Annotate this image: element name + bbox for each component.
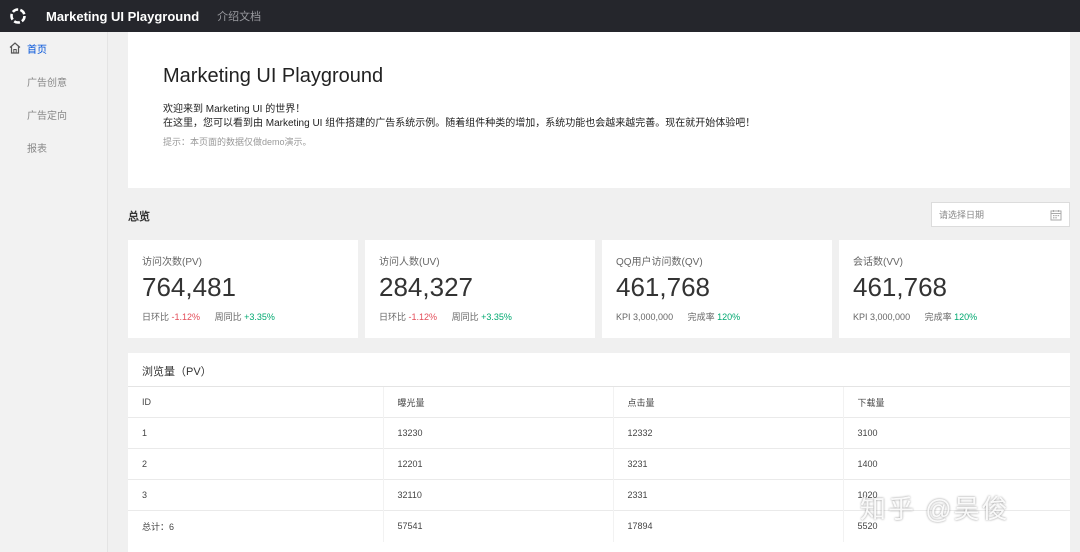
welcome-text-1: 欢迎来到 Marketing UI 的世界！ (163, 104, 306, 115)
metric-rate: 120% (954, 312, 978, 322)
table-cell: 17894 (612, 510, 843, 542)
home-icon (9, 42, 21, 54)
metric-caption: 访问人数(UV) (379, 257, 440, 268)
table-cell: 3100 (842, 417, 1070, 449)
sidebar-item-home[interactable]: 首页 (0, 32, 107, 65)
metric-change: +3.35% (481, 312, 512, 322)
metric-caption: 会话数(VV) (853, 257, 903, 268)
table-header: 下载量 (842, 386, 1070, 418)
logo-icon[interactable] (9, 7, 27, 25)
doc-link[interactable]: 介绍文档 (217, 8, 261, 24)
table-cell: 32110 (382, 479, 613, 511)
calendar-icon (1050, 210, 1062, 221)
metric-label: 完成率 (924, 312, 952, 322)
metric-value: 764,481 (142, 272, 236, 302)
table-title: 浏览量（PV） (142, 366, 212, 378)
metric-value: 461,768 (616, 272, 710, 302)
table-header-row: ID 曝光量 点击量 下载量 (128, 386, 1070, 418)
metric-card-pv: 访问次数(PV) 764,481 日环比 -1.12% 周同比 +3.35% (128, 240, 358, 338)
metric-label: KPI (853, 312, 868, 322)
table-cell: 2331 (612, 479, 843, 511)
sidebar-item-label: 广告定向 (27, 111, 67, 122)
table-cell: 3231 (612, 448, 843, 480)
date-picker[interactable]: 请选择日期 (931, 202, 1070, 227)
welcome-text-2: 在这里，您可以看到由 Marketing UI 组件搭建的广告系统示例。随着组件… (163, 118, 756, 129)
sidebar-item-label: 广告创意 (27, 78, 67, 89)
welcome-title: Marketing UI Playground (163, 65, 384, 87)
table-cell: 12332 (612, 417, 843, 449)
sidebar-item-label: 首页 (27, 45, 47, 56)
table-cell: 1 (128, 417, 383, 449)
metric-card-uv: 访问人数(UV) 284,327 日环比 -1.12% 周同比 +3.35% (365, 240, 595, 338)
metric-caption: QQ用户访问数(QV) (616, 257, 703, 268)
metric-label: 日环比 (379, 312, 407, 322)
sidebar-item-reports[interactable]: 报表 (0, 131, 107, 164)
sidebar-item-ad-targeting[interactable]: 广告定向 (0, 98, 107, 131)
sidebar-item-ad-creative[interactable]: 广告创意 (0, 65, 107, 98)
date-placeholder: 请选择日期 (939, 210, 985, 220)
metric-label: 日环比 (142, 312, 170, 322)
sidebar-item-label: 报表 (27, 144, 47, 155)
metric-change: -1.12% (171, 312, 201, 322)
metric-rate: 120% (717, 312, 741, 322)
table-header: 曝光量 (382, 386, 613, 418)
metric-meta: KPI 3,000,000 完成率 120% (616, 310, 740, 323)
metric-value: 284,327 (379, 272, 473, 302)
table-header: ID (128, 386, 383, 418)
metric-cards: 访问次数(PV) 764,481 日环比 -1.12% 周同比 +3.35% 访… (128, 240, 1070, 338)
metric-change: +3.35% (244, 312, 275, 322)
overview-heading: 总览 (128, 211, 150, 223)
table-row: 2 12201 3231 1400 (128, 448, 1070, 480)
metric-meta: KPI 3,000,000 完成率 120% (853, 310, 977, 323)
watermark: 知乎 @吴俊 (860, 494, 1010, 524)
welcome-panel: Marketing UI Playground 欢迎来到 Marketing U… (128, 32, 1070, 188)
table-cell: 1400 (842, 448, 1070, 480)
table-cell: 3 (128, 479, 383, 511)
metric-kpi: 3,000,000 (633, 312, 674, 322)
table-cell: 57541 (382, 510, 613, 542)
sidebar: 首页 广告创意 广告定向 报表 (0, 32, 108, 552)
metric-card-vv: 会话数(VV) 461,768 KPI 3,000,000 完成率 120% (839, 240, 1070, 338)
metric-label: KPI (616, 312, 631, 322)
table-cell: 13230 (382, 417, 613, 449)
demo-tip: 提示：本页面的数据仅做demo演示。 (163, 137, 312, 147)
metric-label: 完成率 (687, 312, 715, 322)
metric-meta: 日环比 -1.12% 周同比 +3.35% (379, 310, 512, 323)
metric-value: 461,768 (853, 272, 947, 302)
table-cell: 总计：6 (128, 510, 383, 542)
table-cell: 2 (128, 448, 383, 480)
metric-label: 周同比 (214, 312, 242, 322)
table-row: 1 13230 12332 3100 (128, 417, 1070, 449)
metric-label: 周同比 (451, 312, 479, 322)
metric-caption: 访问次数(PV) (142, 257, 202, 268)
metric-change: -1.12% (408, 312, 438, 322)
table-cell: 12201 (382, 448, 613, 480)
metric-meta: 日环比 -1.12% 周同比 +3.35% (142, 310, 275, 323)
app-title[interactable]: Marketing UI Playground (46, 9, 199, 24)
table-header: 点击量 (612, 386, 843, 418)
top-navbar: Marketing UI Playground 介绍文档 (0, 0, 1080, 32)
metric-card-qv: QQ用户访问数(QV) 461,768 KPI 3,000,000 完成率 12… (602, 240, 832, 338)
metric-kpi: 3,000,000 (870, 312, 911, 322)
